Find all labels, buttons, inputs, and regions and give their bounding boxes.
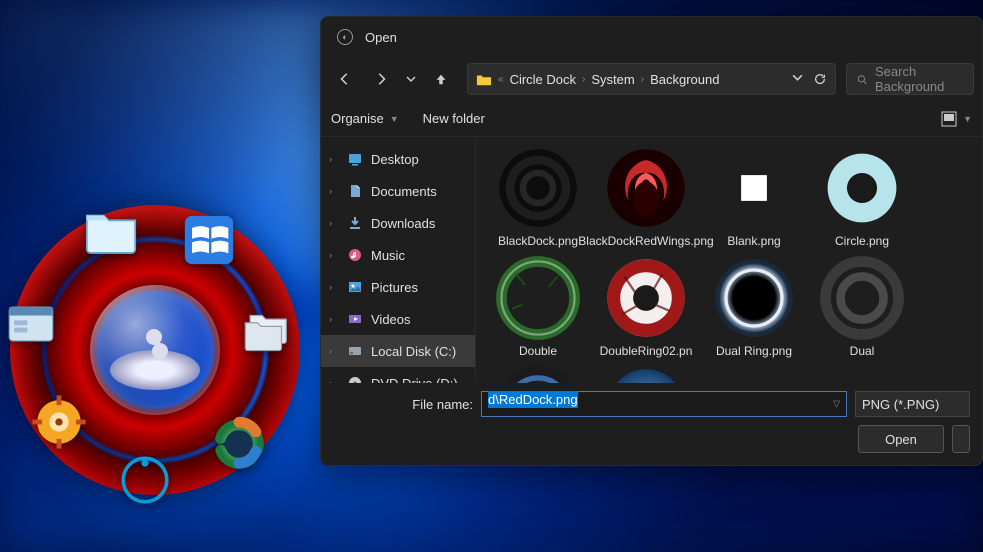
dvd-icon <box>347 375 363 383</box>
documents-icon <box>347 183 363 199</box>
file-label: Circle.png <box>835 235 889 249</box>
forward-button[interactable] <box>365 63 397 95</box>
titlebar[interactable]: ◐ Open <box>321 17 982 57</box>
dialog-footer: File name: d\RedDock.png ▽ PNG (*.PNG) O… <box>321 383 982 465</box>
sidebar-item-dvd[interactable]: ›DVD Drive (D:) <box>321 367 475 383</box>
file-label: BlackDockRedWings.png <box>578 235 713 249</box>
desktop-icon <box>347 151 363 167</box>
file-label: Dual <box>850 345 875 359</box>
toolbar: Organise▼ New folder ▼ <box>321 101 982 137</box>
downloads-icon <box>347 215 363 231</box>
file-item[interactable]: ear <box>596 365 696 383</box>
thumbnail <box>711 255 797 341</box>
thumbnail <box>495 145 581 231</box>
new-folder-button[interactable]: New folder <box>423 111 485 126</box>
chevron-right-icon: › <box>329 282 339 292</box>
sidebar-item-documents[interactable]: ›Documents <box>321 175 475 207</box>
dock-icon-folders[interactable] <box>238 301 296 359</box>
file-label: Dual Ring.png <box>716 345 792 359</box>
search-icon <box>857 73 867 86</box>
file-item[interactable]: Dual Ring.png <box>704 255 804 359</box>
sidebar-item-videos[interactable]: ›Videos <box>321 303 475 335</box>
file-item[interactable]: BlackDockRedWings.png <box>596 145 696 249</box>
file-item[interactable]: Dual <box>812 255 912 359</box>
address-bar[interactable]: « Circle Dock› System› Background <box>467 63 836 95</box>
filetype-combo[interactable]: PNG (*.PNG) <box>855 391 970 417</box>
file-item[interactable]: Dual <box>488 365 588 383</box>
sidebar-item-desktop[interactable]: ›Desktop <box>321 143 475 175</box>
folder-icon <box>476 72 492 86</box>
file-item[interactable]: Circle.png <box>812 145 912 249</box>
sidebar: ›Desktop›Documents›Downloads›Music›Pictu… <box>321 137 476 383</box>
circle-dock[interactable] <box>10 205 300 495</box>
thumbnail <box>495 365 581 383</box>
dock-icon-windows[interactable] <box>180 211 238 269</box>
disk-icon <box>347 343 363 359</box>
videos-icon <box>347 311 363 327</box>
chevron-right-icon: › <box>329 186 339 196</box>
back-button[interactable] <box>329 63 361 95</box>
thumbnail <box>819 255 905 341</box>
file-label: Blank.png <box>727 235 780 249</box>
chevron-right-icon: › <box>329 154 339 164</box>
file-label: BlackDock.png <box>498 235 578 249</box>
file-item[interactable]: BlackDock.png <box>488 145 588 249</box>
thumbnail <box>603 255 689 341</box>
chevron-right-icon: › <box>329 250 339 260</box>
thumbnail <box>603 145 689 231</box>
dock-icon-explorer[interactable] <box>2 295 60 353</box>
file-item[interactable]: DoubleRing02.pn <box>596 255 696 359</box>
sidebar-item-music[interactable]: ›Music <box>321 239 475 271</box>
dock-icon-gear[interactable] <box>30 393 88 451</box>
filename-input[interactable]: d\RedDock.png ▽ <box>481 391 847 417</box>
view-mode-button[interactable]: ▼ <box>941 111 972 127</box>
breadcrumb-item[interactable]: Background <box>650 72 719 87</box>
organise-menu[interactable]: Organise▼ <box>331 111 399 126</box>
dialog-title: Open <box>365 30 397 45</box>
cancel-button[interactable] <box>952 425 970 453</box>
file-label: DoubleRing02.pn <box>600 345 693 359</box>
up-button[interactable] <box>425 63 457 95</box>
open-dialog: ◐ Open « Circle Dock› System› Background… <box>320 16 983 466</box>
thumbnail <box>603 365 689 383</box>
view-icon <box>941 111 957 127</box>
breadcrumb-item[interactable]: Circle Dock› <box>510 72 586 87</box>
app-icon: ◐ <box>337 29 353 45</box>
dock-icon-folder[interactable] <box>82 201 140 259</box>
chevron-right-icon: › <box>329 218 339 228</box>
file-item[interactable]: Blank.png <box>704 145 804 249</box>
dock-icon-ring[interactable] <box>116 451 174 509</box>
music-icon <box>347 247 363 263</box>
file-item[interactable]: Double <box>488 255 588 359</box>
thumbnail <box>819 145 905 231</box>
dock-center-button[interactable] <box>90 285 220 415</box>
thumbnail <box>495 255 581 341</box>
thumbnail <box>711 145 797 231</box>
breadcrumb-chevron-icon: « <box>498 74 504 85</box>
open-button[interactable]: Open <box>858 425 944 453</box>
breadcrumb-item[interactable]: System› <box>591 72 644 87</box>
refresh-icon[interactable] <box>813 72 827 86</box>
nav-row: « Circle Dock› System› Background Search… <box>321 57 982 101</box>
sidebar-item-downloads[interactable]: ›Downloads <box>321 207 475 239</box>
pictures-icon <box>347 279 363 295</box>
search-input[interactable]: Search Background <box>846 63 974 95</box>
file-grid: BlackDock.pngBlackDockRedWings.pngBlank.… <box>476 137 982 383</box>
chevron-down-icon[interactable] <box>792 72 803 83</box>
sidebar-item-disk[interactable]: ›Local Disk (C:) <box>321 335 475 367</box>
chevron-right-icon: › <box>329 346 339 356</box>
chevron-right-icon: › <box>329 314 339 324</box>
dock-icon-browser[interactable] <box>210 415 268 473</box>
filename-label: File name: <box>333 397 473 412</box>
file-label: Double <box>519 345 557 359</box>
sidebar-item-pictures[interactable]: ›Pictures <box>321 271 475 303</box>
recent-locations-button[interactable] <box>401 63 421 95</box>
